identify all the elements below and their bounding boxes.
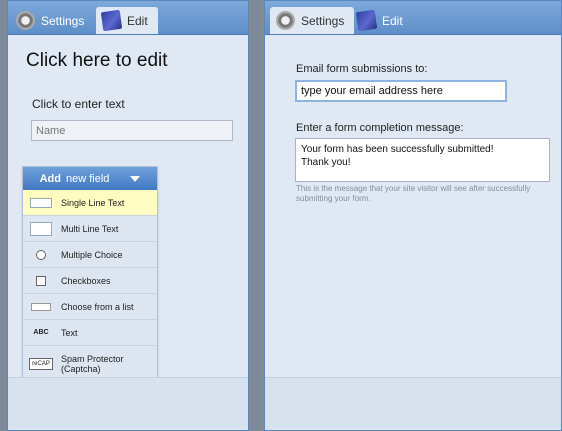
field-item-single-line[interactable]: Single Line Text xyxy=(23,190,157,215)
field-item-label: Multiple Choice xyxy=(61,249,123,260)
dropdown-icon xyxy=(31,302,51,311)
right-content: Email form submissions to: type your ema… xyxy=(265,35,561,378)
tab-settings[interactable]: Settings xyxy=(270,7,355,34)
left-form-panel: Settings Edit Click here to edit Click t… xyxy=(7,0,249,431)
tab-settings[interactable]: Settings xyxy=(10,7,94,34)
name-input[interactable] xyxy=(31,120,233,141)
left-content: Click here to edit Click to enter text A… xyxy=(8,35,248,380)
tab-edit[interactable]: Edit xyxy=(96,7,158,34)
add-label: Add xyxy=(39,172,61,185)
email-input-value: type your email address here xyxy=(301,85,443,97)
pencil-icon xyxy=(100,9,123,32)
field-item-checkboxes[interactable]: Checkboxes xyxy=(23,267,157,293)
field-item-label: Spam Protector (Captcha) xyxy=(61,354,124,374)
left-tab-bar: Settings Edit xyxy=(8,1,248,35)
left-footer xyxy=(8,377,248,430)
right-settings-panel: Settings Edit Email form submissions to:… xyxy=(264,0,562,431)
gear-icon xyxy=(276,11,295,30)
radio-icon xyxy=(36,249,46,260)
completion-message-input[interactable]: Your form has been successfully submitte… xyxy=(295,138,550,182)
field-item-text[interactable]: ABC Text xyxy=(23,319,157,345)
background-divider xyxy=(251,0,262,431)
tab-edit-label: Edit xyxy=(382,13,403,28)
text-icon: ABC xyxy=(33,329,49,336)
add-field-menu: Add new field Single Line Text Multi Lin… xyxy=(22,166,158,380)
right-tab-bar: Settings Edit xyxy=(265,1,561,35)
text-field-label[interactable]: Click to enter text xyxy=(32,97,125,111)
field-item-label: Multi Line Text xyxy=(61,223,119,234)
email-input[interactable]: type your email address here xyxy=(295,80,507,102)
tab-settings-label: Settings xyxy=(301,13,345,28)
field-item-label: Text xyxy=(61,327,78,338)
tab-settings-label: Settings xyxy=(41,13,85,28)
field-item-label: Single Line Text xyxy=(61,197,125,208)
right-footer xyxy=(265,377,561,430)
form-title[interactable]: Click here to edit xyxy=(26,50,168,72)
field-item-label: Choose from a list xyxy=(61,301,134,312)
email-label: Email form submissions to: xyxy=(296,63,428,75)
field-item-choose-list[interactable]: Choose from a list xyxy=(23,293,157,319)
pencil-icon xyxy=(355,9,378,32)
completion-message-line-1: Your form has been successfully submitte… xyxy=(301,144,494,155)
tab-edit[interactable]: Edit xyxy=(351,7,413,34)
captcha-icon: reCAP xyxy=(29,358,53,370)
field-item-multi-line[interactable]: Multi Line Text xyxy=(23,215,157,241)
completion-message-line-2: Thank you! xyxy=(301,157,351,168)
field-item-label: Checkboxes xyxy=(61,275,111,286)
single-line-text-icon xyxy=(30,197,52,208)
field-item-multiple-choice[interactable]: Multiple Choice xyxy=(23,241,157,267)
new-field-label: new field xyxy=(65,172,110,185)
add-field-button[interactable]: Add new field xyxy=(23,167,157,190)
chevron-down-icon xyxy=(130,175,141,182)
helper-text: This is the message that your site visit… xyxy=(296,184,531,203)
tab-edit-label: Edit xyxy=(127,13,148,28)
gear-icon xyxy=(16,11,35,30)
checkbox-icon xyxy=(36,275,46,286)
multi-line-text-icon xyxy=(30,221,52,236)
completion-message-label: Enter a form completion message: xyxy=(296,122,464,134)
